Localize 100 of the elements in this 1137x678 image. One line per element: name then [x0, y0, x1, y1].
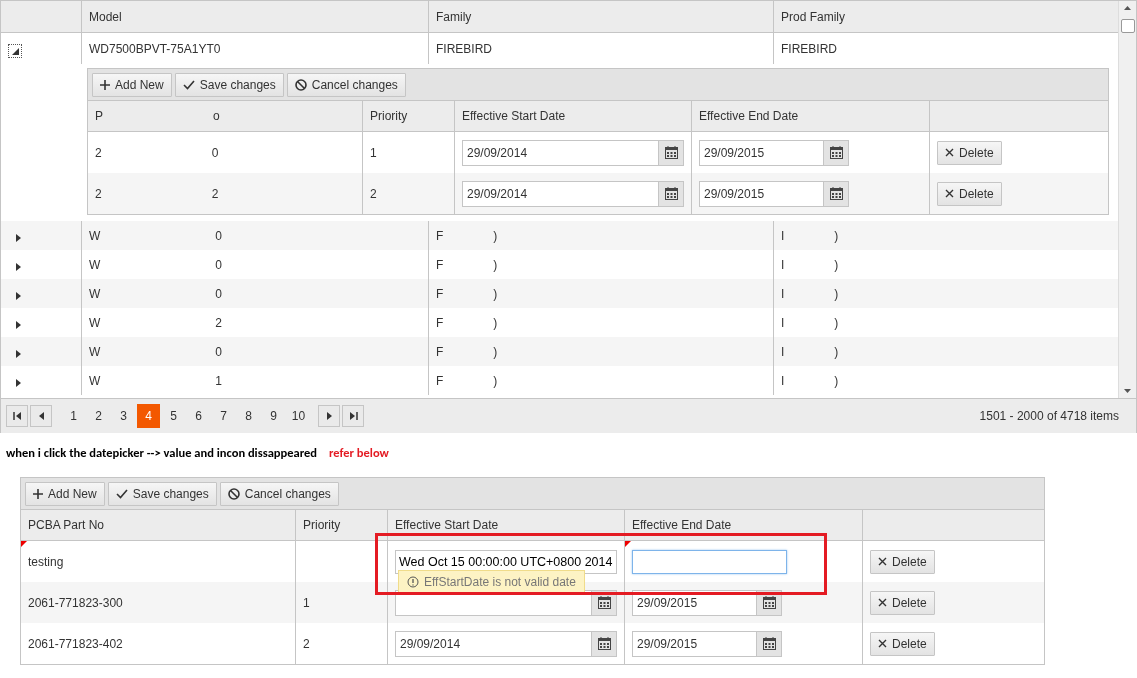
calendar-icon — [829, 146, 843, 159]
page-number[interactable]: 8 — [237, 404, 260, 428]
calendar-icon — [597, 637, 611, 650]
close-icon — [878, 598, 887, 607]
page-number[interactable]: 3 — [112, 404, 135, 428]
vertical-scrollbar[interactable] — [1118, 1, 1136, 398]
table-cell-text: 0 — [215, 344, 222, 359]
save-changes-button[interactable]: Save changes — [174, 72, 284, 97]
calendar-icon — [762, 637, 776, 650]
table-cell-text: ) — [834, 344, 839, 359]
table-cell-text: ) — [493, 373, 498, 388]
date-field[interactable]: 29/09/2015 — [699, 180, 849, 207]
table-cell-text: F — [436, 373, 444, 388]
table-cell-text: testing — [28, 554, 64, 569]
table-cell-text: 2061-771823-300 — [28, 595, 123, 610]
previous-page-button[interactable] — [30, 405, 52, 427]
table-cell-text: W — [89, 315, 101, 330]
delete-button[interactable]: Delete — [870, 631, 935, 656]
table-cell-text: FIREBIRD — [781, 41, 837, 56]
close-icon — [945, 189, 954, 198]
date-field[interactable]: 29/09/2015 — [632, 630, 782, 657]
page-number[interactable]: 2 — [87, 404, 110, 428]
column-header: Effective End Date — [632, 518, 732, 532]
expand-arrow-icon[interactable] — [16, 233, 21, 242]
page-number[interactable]: 6 — [187, 404, 210, 428]
table-cell-text: 2 — [215, 315, 222, 330]
collapse-toggle[interactable] — [8, 43, 22, 58]
calendar-icon — [829, 187, 843, 200]
cancel-icon — [227, 487, 240, 500]
table-cell-text: W — [89, 344, 101, 359]
delete-button[interactable]: Delete — [870, 590, 935, 615]
table-row[interactable]: W 0 F ) I ) — [1, 279, 1118, 308]
table-cell-text: I — [781, 286, 785, 301]
next-page-button[interactable] — [318, 405, 340, 427]
table-cell-text: ) — [834, 373, 839, 388]
scroll-up-icon[interactable] — [1124, 6, 1131, 10]
scrollbar-thumb[interactable] — [1120, 19, 1135, 33]
table-cell-text: F — [436, 257, 444, 272]
first-page-button[interactable] — [6, 405, 28, 427]
column-header: PCBA Part No — [28, 518, 105, 532]
cancel-changes-button[interactable]: Cancel changes — [286, 72, 406, 97]
table-cell-text: 0 — [215, 228, 222, 243]
last-page-button[interactable] — [342, 405, 364, 427]
input-field[interactable] — [632, 549, 787, 574]
table-cell-text: ) — [493, 315, 498, 330]
page-number[interactable]: 7 — [212, 404, 235, 428]
column-header[interactable]: Family — [436, 9, 472, 24]
triangle-icon — [12, 47, 19, 55]
arrow-icon — [324, 412, 334, 420]
page-number[interactable]: 9 — [262, 404, 285, 428]
table-cell-text: ) — [834, 228, 839, 243]
save-changes-button[interactable]: Save changes — [107, 481, 217, 506]
table-cell-text: 2 — [370, 186, 377, 201]
delete-button[interactable]: Delete — [937, 140, 1002, 165]
column-header[interactable]: Prod Family — [781, 9, 845, 24]
table-cell-text: 2 — [211, 186, 219, 201]
column-header: Priority — [303, 518, 341, 532]
close-icon — [945, 148, 954, 157]
date-field[interactable]: 29/09/2014 — [462, 180, 684, 207]
cancel-icon — [294, 78, 307, 91]
table-cell-text: F — [436, 315, 444, 330]
date-field[interactable]: 29/09/2015 — [699, 139, 849, 166]
delete-button[interactable]: Delete — [870, 549, 935, 574]
expand-arrow-icon[interactable] — [16, 291, 21, 300]
expand-arrow-icon[interactable] — [16, 262, 21, 271]
table-cell-text: 0 — [211, 145, 219, 160]
calendar-icon — [664, 146, 678, 159]
arrow-icon — [348, 412, 358, 420]
add-new-button[interactable]: Add New — [25, 481, 105, 506]
table-row[interactable]: W 0 F ) I ) — [1, 337, 1118, 366]
table-cell-text: 0 — [215, 257, 222, 272]
table-cell-text: 1 — [370, 145, 377, 160]
date-field[interactable]: 29/09/2015 — [632, 589, 782, 616]
warning-icon — [407, 576, 419, 588]
calendar-icon — [762, 596, 776, 609]
table-cell-text: ) — [493, 257, 498, 272]
table-cell-text: W — [89, 373, 101, 388]
expand-arrow-icon[interactable] — [16, 378, 21, 387]
page-number[interactable]: 10 — [287, 404, 310, 428]
delete-button[interactable]: Delete — [937, 181, 1002, 206]
date-field[interactable]: 29/09/2014 — [395, 630, 617, 657]
add-new-button[interactable]: Add New — [92, 72, 172, 97]
scroll-down-icon[interactable] — [1124, 389, 1131, 393]
column-header: Effective Start Date — [462, 109, 566, 123]
expand-arrow-icon[interactable] — [16, 349, 21, 358]
table-cell-text: 1 — [215, 373, 222, 388]
table-cell-text: ) — [834, 315, 839, 330]
input-field[interactable]: Wed Oct 15 00:00:00 UTC+0800 2014 — [395, 549, 617, 574]
note-text: when i click the datepicker --> value and incon dissappeared — [6, 445, 318, 462]
check-icon — [182, 79, 195, 90]
expand-arrow-icon[interactable] — [16, 320, 21, 329]
table-row[interactable]: W 0 F ) I ) — [1, 221, 1118, 250]
column-header[interactable]: Model — [89, 9, 122, 24]
cancel-changes-button[interactable]: Cancel changes — [219, 481, 339, 506]
table-cell-text: F — [436, 286, 444, 301]
date-field[interactable]: 29/09/2014 — [462, 139, 684, 166]
page-number[interactable]: 1 — [62, 404, 85, 428]
table-cell-text: 2061-771823-402 — [28, 636, 123, 651]
table-cell-text: 0 — [215, 286, 222, 301]
page-number[interactable]: 5 — [162, 404, 185, 428]
